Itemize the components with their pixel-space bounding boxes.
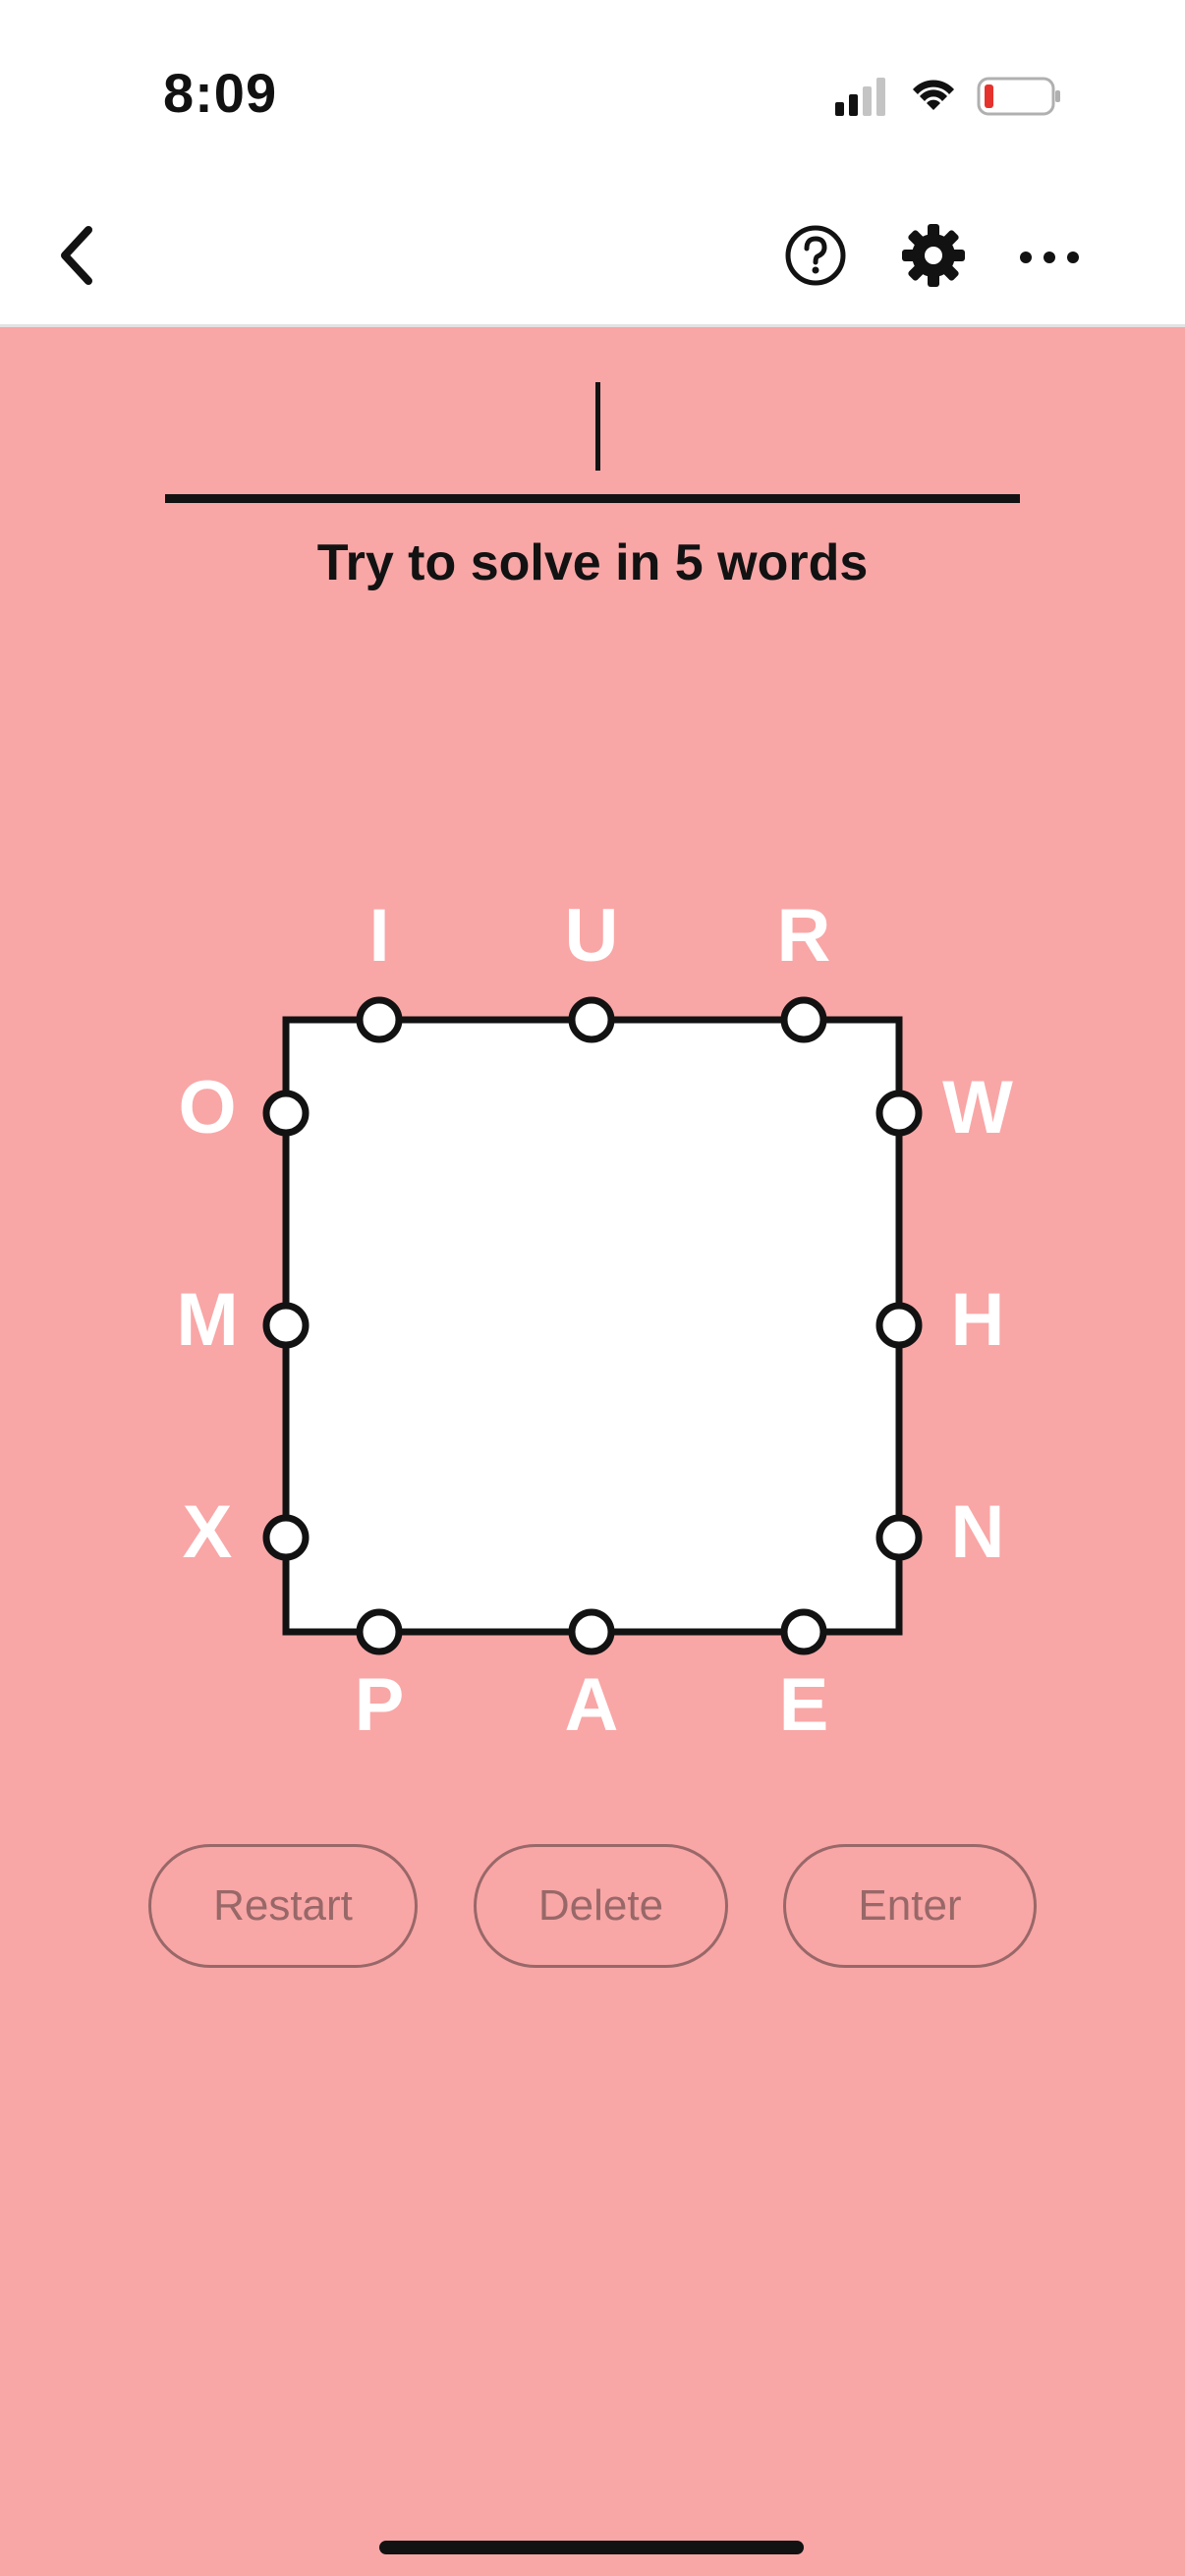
letter-label: E xyxy=(779,1663,829,1747)
letter-dot[interactable] xyxy=(875,1302,923,1349)
status-icons xyxy=(835,77,1060,116)
letter-label: O xyxy=(178,1066,236,1149)
letter-node-left-1[interactable]: O xyxy=(178,1066,310,1149)
letter-node-right-1[interactable]: W xyxy=(875,1066,1013,1149)
game-area: Try to solve in 5 words I U R P A E O M X W H N Res… xyxy=(0,327,1185,2576)
cellular-signal-icon xyxy=(835,78,885,116)
letter-dot[interactable] xyxy=(262,1302,310,1349)
letter-node-bottom-2[interactable]: A xyxy=(565,1608,619,1747)
settings-button[interactable] xyxy=(894,216,973,295)
letter-dot[interactable] xyxy=(262,1090,310,1137)
letter-dot[interactable] xyxy=(356,996,403,1043)
letter-dot[interactable] xyxy=(568,996,615,1043)
gear-icon xyxy=(902,224,965,287)
letter-node-top-3[interactable]: R xyxy=(777,894,831,1043)
letter-label: W xyxy=(942,1066,1013,1149)
letter-dot[interactable] xyxy=(780,1608,827,1655)
letter-label: R xyxy=(777,894,831,978)
more-icon xyxy=(1020,252,1079,263)
letter-node-right-3[interactable]: N xyxy=(875,1490,1005,1574)
status-time: 8:09 xyxy=(163,62,278,124)
letter-label: I xyxy=(368,894,389,978)
letter-label: M xyxy=(176,1278,238,1362)
letter-dot[interactable] xyxy=(875,1514,923,1561)
letter-node-bottom-1[interactable]: P xyxy=(355,1608,405,1747)
letter-node-right-2[interactable]: H xyxy=(875,1278,1005,1362)
battery-low-icon xyxy=(977,77,1060,116)
letter-dot[interactable] xyxy=(356,1608,403,1655)
hint-text: Try to solve in 5 words xyxy=(316,534,869,591)
letter-label: N xyxy=(951,1490,1005,1574)
letter-label: U xyxy=(565,894,619,978)
home-indicator xyxy=(379,2541,804,2554)
letter-dot[interactable] xyxy=(568,1608,615,1655)
letter-label: P xyxy=(355,1663,405,1747)
letter-node-top-1[interactable]: I xyxy=(356,894,403,1043)
status-bar: 8:09 xyxy=(0,0,1185,187)
restart-button[interactable]: Restart xyxy=(148,1844,418,1968)
text-cursor xyxy=(595,382,600,471)
letter-node-left-3[interactable]: X xyxy=(183,1490,310,1574)
more-options-button[interactable] xyxy=(1010,216,1089,295)
letter-node-left-2[interactable]: M xyxy=(176,1278,310,1362)
help-button[interactable] xyxy=(776,216,855,295)
letter-label: A xyxy=(565,1663,619,1747)
letter-box-board: I U R P A E O M X W H N xyxy=(176,894,1013,1747)
nav-bar xyxy=(0,187,1185,327)
back-button[interactable] xyxy=(39,216,118,295)
letter-label: X xyxy=(183,1490,233,1574)
delete-button[interactable]: Delete xyxy=(474,1844,728,1968)
letter-node-top-2[interactable]: U xyxy=(565,894,619,1043)
wifi-icon xyxy=(913,80,954,110)
back-arrow-icon xyxy=(61,226,92,285)
enter-button[interactable]: Enter xyxy=(783,1844,1037,1968)
letter-node-bottom-3[interactable]: E xyxy=(779,1608,829,1747)
letter-box-square xyxy=(282,1016,903,1636)
letter-dot[interactable] xyxy=(262,1514,310,1561)
letter-dot[interactable] xyxy=(780,996,827,1043)
letter-dot[interactable] xyxy=(875,1090,923,1137)
letter-label: H xyxy=(951,1278,1005,1362)
help-icon xyxy=(785,225,846,286)
word-input-underline xyxy=(165,494,1020,503)
